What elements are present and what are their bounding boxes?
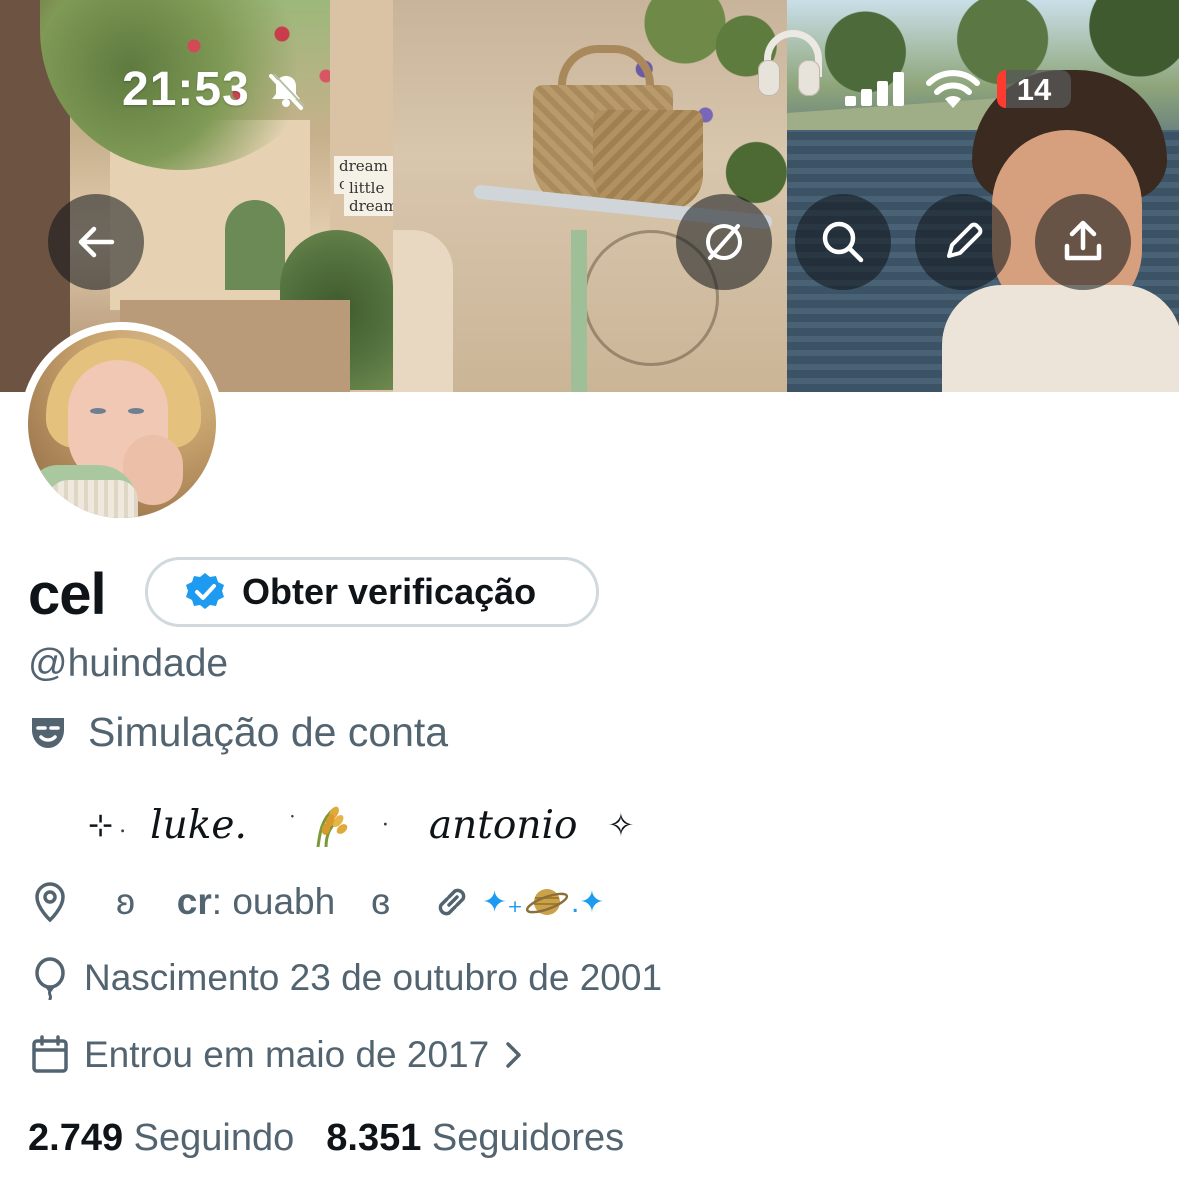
battery-icon: 14: [997, 70, 1071, 108]
back-button[interactable]: [48, 194, 144, 290]
verified-badge-icon: [186, 573, 224, 609]
status-time: 21:53: [122, 63, 250, 116]
profile-handle: @huindade: [28, 642, 229, 685]
search-button[interactable]: [795, 194, 891, 290]
bio-name-luke: luke.: [150, 802, 247, 848]
location-suffix: ɞ: [371, 881, 390, 922]
battery-level: 14: [1016, 72, 1052, 107]
back-arrow-icon: [78, 226, 115, 258]
birth-row: Nascimento 23 de outubro de 2001: [28, 953, 662, 1003]
location-pin-icon: [35, 882, 65, 923]
followers-link[interactable]: 8.351 Seguidores: [326, 1117, 624, 1160]
following-link[interactable]: 2.749 Seguindo: [28, 1117, 294, 1160]
headphones-sticker: [758, 30, 822, 100]
avatar-photo: [28, 330, 216, 518]
share-button[interactable]: [1035, 194, 1131, 290]
followers-label: Seguidores: [431, 1117, 625, 1159]
balloon-icon: [35, 957, 65, 1000]
chevron-right-icon: [506, 1042, 521, 1068]
following-label: Seguindo: [133, 1117, 295, 1159]
bio-name-antonio: antonio: [428, 802, 578, 848]
ringed-planet-icon: [525, 889, 569, 915]
followers-count: 8.351: [326, 1117, 422, 1159]
share-icon: [1064, 220, 1102, 261]
bio-sparkle: ⊹: [88, 807, 114, 843]
bell-slash-icon: [269, 73, 305, 110]
edit-button[interactable]: [915, 194, 1011, 290]
bio-dot: ˙: [286, 812, 298, 838]
wifi-icon: [926, 70, 980, 108]
edit-pencil-icon: [947, 222, 983, 258]
profile-banner[interactable]: dream on little dreamer: [0, 0, 1179, 392]
hide-icon: [706, 224, 742, 260]
get-verified-label: Obter verificação: [242, 571, 537, 612]
theater-mask-icon: [32, 718, 64, 748]
bio-dot: ·: [381, 812, 389, 838]
banner-photo-courtyard: dream on little dreamer: [0, 0, 393, 392]
location-cr-value: : ouabh: [211, 881, 336, 922]
get-verified-button[interactable]: Obter verificação: [145, 557, 599, 627]
location-prefix: ʚ: [116, 881, 135, 922]
calendar-icon: [32, 1035, 68, 1073]
link-icon: [438, 888, 466, 916]
link-sparkle-right: .✦: [570, 885, 605, 919]
search-icon: [822, 221, 864, 263]
link-sparkle-left: ✦₊: [482, 885, 523, 919]
banner-caption-line2: little dreamer: [344, 178, 393, 216]
profile-bio: ⊹ . luke. ˙ · antonio ✧: [88, 795, 634, 855]
parody-label-text: Simulação de conta: [88, 708, 449, 755]
profile-link[interactable]: ✦₊ .✦: [482, 880, 604, 924]
avatar[interactable]: [20, 322, 224, 526]
cellular-signal-icon: [845, 72, 907, 106]
joined-date: Entrou em maio de 2017: [84, 1034, 490, 1075]
rice-plant-icon: [316, 806, 348, 848]
birth-date: Nascimento 23 de outubro de 2001: [84, 957, 663, 998]
joined-row[interactable]: Entrou em maio de 2017: [28, 1030, 525, 1080]
following-count: 2.749: [28, 1117, 124, 1159]
parody-account-label: Simulação de conta: [28, 708, 448, 756]
follow-stats: 2.749 Seguindo 8.351 Seguidores: [28, 1117, 624, 1160]
location-cr-label: cr: [176, 881, 212, 922]
location-text: ʚ cr: ouabh ɞ: [116, 881, 390, 923]
bio-sparkle: ✧: [607, 806, 635, 844]
bio-dot: .: [119, 812, 127, 838]
profile-name: cel: [28, 562, 107, 627]
hide-replies-button[interactable]: [676, 194, 772, 290]
location-row: ʚ cr: ouabh ɞ ✦₊ .✦: [28, 877, 604, 927]
